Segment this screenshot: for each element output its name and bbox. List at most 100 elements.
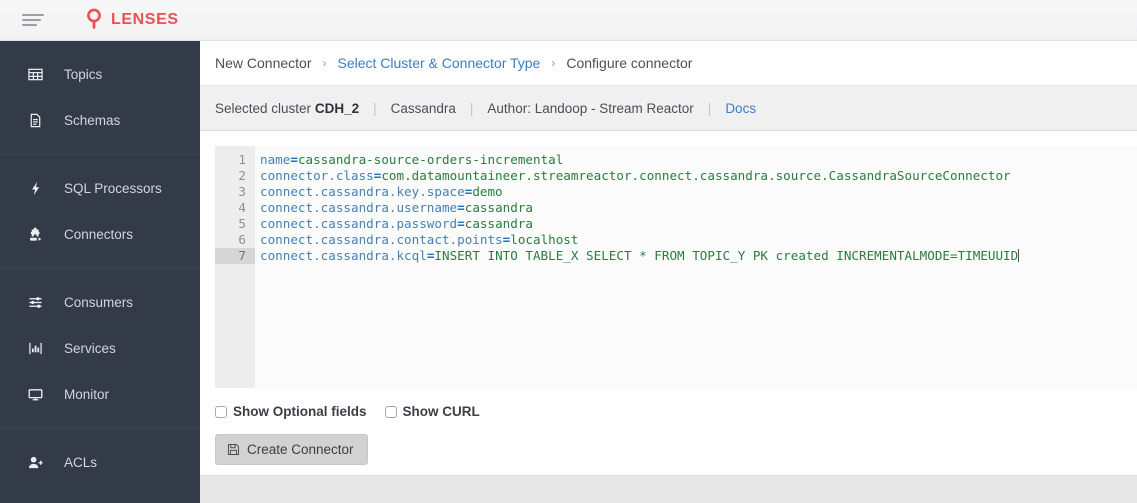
breadcrumb-separator-icon: ›: [551, 56, 556, 70]
show-optional-fields-label: Show Optional fields: [233, 404, 367, 419]
selected-cluster-name: CDH_2: [314, 100, 360, 116]
sidebar-group-data: Topics Schemas: [0, 41, 200, 155]
editor-code-area[interactable]: name=cassandra-source-orders-incremental…: [255, 146, 1137, 388]
show-curl-label: Show CURL: [402, 404, 480, 419]
editor-line-number: 5: [238, 216, 246, 231]
sidebar-item-label: SQL Processors: [64, 180, 162, 196]
sliders-icon: [24, 295, 46, 310]
main-content: New Connector › Select Cluster & Connect…: [200, 41, 1137, 503]
sidebar-navigation: Topics Schemas SQL Processors Connectors…: [0, 41, 200, 503]
editor-line-number: 7: [215, 248, 255, 264]
editor-code-line: connector.class=com.datamountaineer.stre…: [260, 168, 1137, 184]
editor-line-number: 6: [238, 232, 246, 247]
config-value: cassandra: [464, 216, 533, 231]
sidebar-item-monitor[interactable]: Monitor: [0, 371, 200, 417]
info-separator: |: [707, 100, 712, 116]
sidebar-item-label: ACLs: [64, 454, 98, 470]
config-equals: =: [457, 200, 465, 215]
create-connector-label: Create Connector: [247, 442, 354, 457]
config-value: cassandra: [464, 200, 533, 215]
editor-code-line: connect.cassandra.password=cassandra: [260, 216, 1137, 232]
lens-logo-icon: [86, 8, 102, 33]
checkbox-box-icon[interactable]: [384, 405, 397, 418]
selected-cluster-info-bar: Selected cluster CDH_2 | Cassandra | Aut…: [200, 86, 1137, 131]
editor-code-line: connect.cassandra.contact.points=localho…: [260, 232, 1137, 248]
sidebar-item-label: Schemas: [64, 112, 121, 128]
editor-options-row: Show Optional fields Show CURL: [215, 404, 1137, 419]
sidebar-item-services[interactable]: Services: [0, 325, 200, 371]
config-key: connect.cassandra.contact.points: [260, 232, 503, 247]
config-equals: =: [457, 216, 465, 231]
create-connector-button[interactable]: Create Connector: [215, 434, 368, 465]
config-value: INSERT INTO TABLE_X SELECT * FROM TOPIC_…: [434, 248, 1019, 263]
config-key: connect.cassandra.password: [260, 216, 458, 231]
config-key: connector.class: [260, 168, 374, 183]
breadcrumb-separator-icon: ›: [322, 56, 327, 70]
breadcrumb: New Connector › Select Cluster & Connect…: [200, 41, 1137, 86]
connector-type-label: Cassandra: [390, 100, 456, 116]
config-value: cassandra-source-orders-incremental: [297, 152, 564, 167]
sidebar-item-consumers[interactable]: Consumers: [0, 279, 200, 325]
config-value: localhost: [510, 232, 579, 247]
sidebar-item-label: Monitor: [64, 386, 110, 402]
connector-config-editor[interactable]: 1234567 name=cassandra-source-orders-inc…: [215, 146, 1137, 388]
breadcrumb-item-select-cluster[interactable]: Select Cluster & Connector Type: [338, 55, 541, 71]
brand-name: LENSES: [111, 11, 179, 28]
config-key: name: [260, 152, 291, 167]
sidebar-group-monitoring: Consumers Services Monitor: [0, 269, 200, 429]
sidebar-item-acls[interactable]: ACLs: [0, 439, 200, 485]
editor-code-line: name=cassandra-source-orders-incremental: [260, 152, 1137, 168]
connector-author-label: Author: Landoop - Stream Reactor: [487, 100, 694, 116]
editor-line-number: 4: [238, 200, 246, 215]
editor-line-number-gutter: 1234567: [215, 146, 255, 388]
brand-logo[interactable]: LENSES: [86, 8, 179, 33]
editor-code-line: connect.cassandra.kcql=INSERT INTO TABLE…: [260, 248, 1137, 264]
info-separator: |: [373, 100, 377, 116]
info-separator: |: [469, 100, 474, 116]
puzzle-icon: [24, 226, 46, 242]
editor-line-number: 3: [238, 184, 246, 199]
config-value: demo: [472, 184, 503, 199]
show-optional-fields-checkbox[interactable]: Show Optional fields: [215, 404, 367, 419]
sidebar-item-label: Topics: [64, 66, 103, 82]
action-button-row: Create Connector: [215, 434, 1137, 465]
document-icon: [24, 113, 46, 128]
hamburger-line: [22, 24, 37, 26]
config-key: connect.cassandra.key.space: [260, 184, 465, 199]
page-footer-bar: [200, 475, 1137, 503]
sidebar-item-label: Connectors: [64, 226, 134, 242]
breadcrumb-item-configure-connector: Configure connector: [566, 55, 693, 71]
hamburger-line: [22, 19, 41, 21]
sidebar-item-connectors[interactable]: Connectors: [0, 211, 200, 257]
top-header-bar: LENSES: [0, 0, 1137, 41]
sidebar-item-sql-processors[interactable]: SQL Processors: [0, 165, 200, 211]
sidebar-group-processing: SQL Processors Connectors: [0, 155, 200, 269]
grid-icon: [24, 67, 46, 82]
config-key: connect.cassandra.kcql: [260, 248, 427, 263]
editor-code-line: connect.cassandra.username=cassandra: [260, 200, 1137, 216]
sidebar-group-security: ACLs: [0, 429, 200, 496]
hamburger-line: [22, 14, 44, 16]
sidebar-item-topics[interactable]: Topics: [0, 51, 200, 97]
sidebar-item-schemas[interactable]: Schemas: [0, 97, 200, 143]
save-icon: [227, 443, 240, 456]
selected-cluster-prefix: Selected cluster: [215, 100, 312, 116]
user-plus-icon: [24, 455, 46, 470]
monitor-icon: [24, 387, 46, 402]
show-curl-checkbox[interactable]: Show CURL: [384, 404, 480, 419]
hamburger-menu-icon[interactable]: [22, 14, 44, 26]
sidebar-item-label: Services: [64, 340, 116, 356]
docs-link[interactable]: Docs: [725, 101, 756, 116]
config-key: connect.cassandra.username: [260, 200, 458, 215]
bolt-icon: [24, 181, 46, 196]
editor-line-number: 2: [238, 168, 246, 183]
breadcrumb-item-new-connector: New Connector: [215, 55, 312, 71]
config-equals: =: [290, 152, 298, 167]
sidebar-item-label: Consumers: [64, 294, 134, 310]
bar-chart-icon: [24, 341, 46, 356]
checkbox-box-icon[interactable]: [215, 405, 227, 418]
editor-line-number: 1: [238, 152, 246, 167]
text-cursor: [1018, 249, 1020, 262]
config-value: com.datamountaineer.streamreactor.connec…: [381, 168, 1011, 183]
editor-code-line: connect.cassandra.key.space=demo: [260, 184, 1137, 200]
